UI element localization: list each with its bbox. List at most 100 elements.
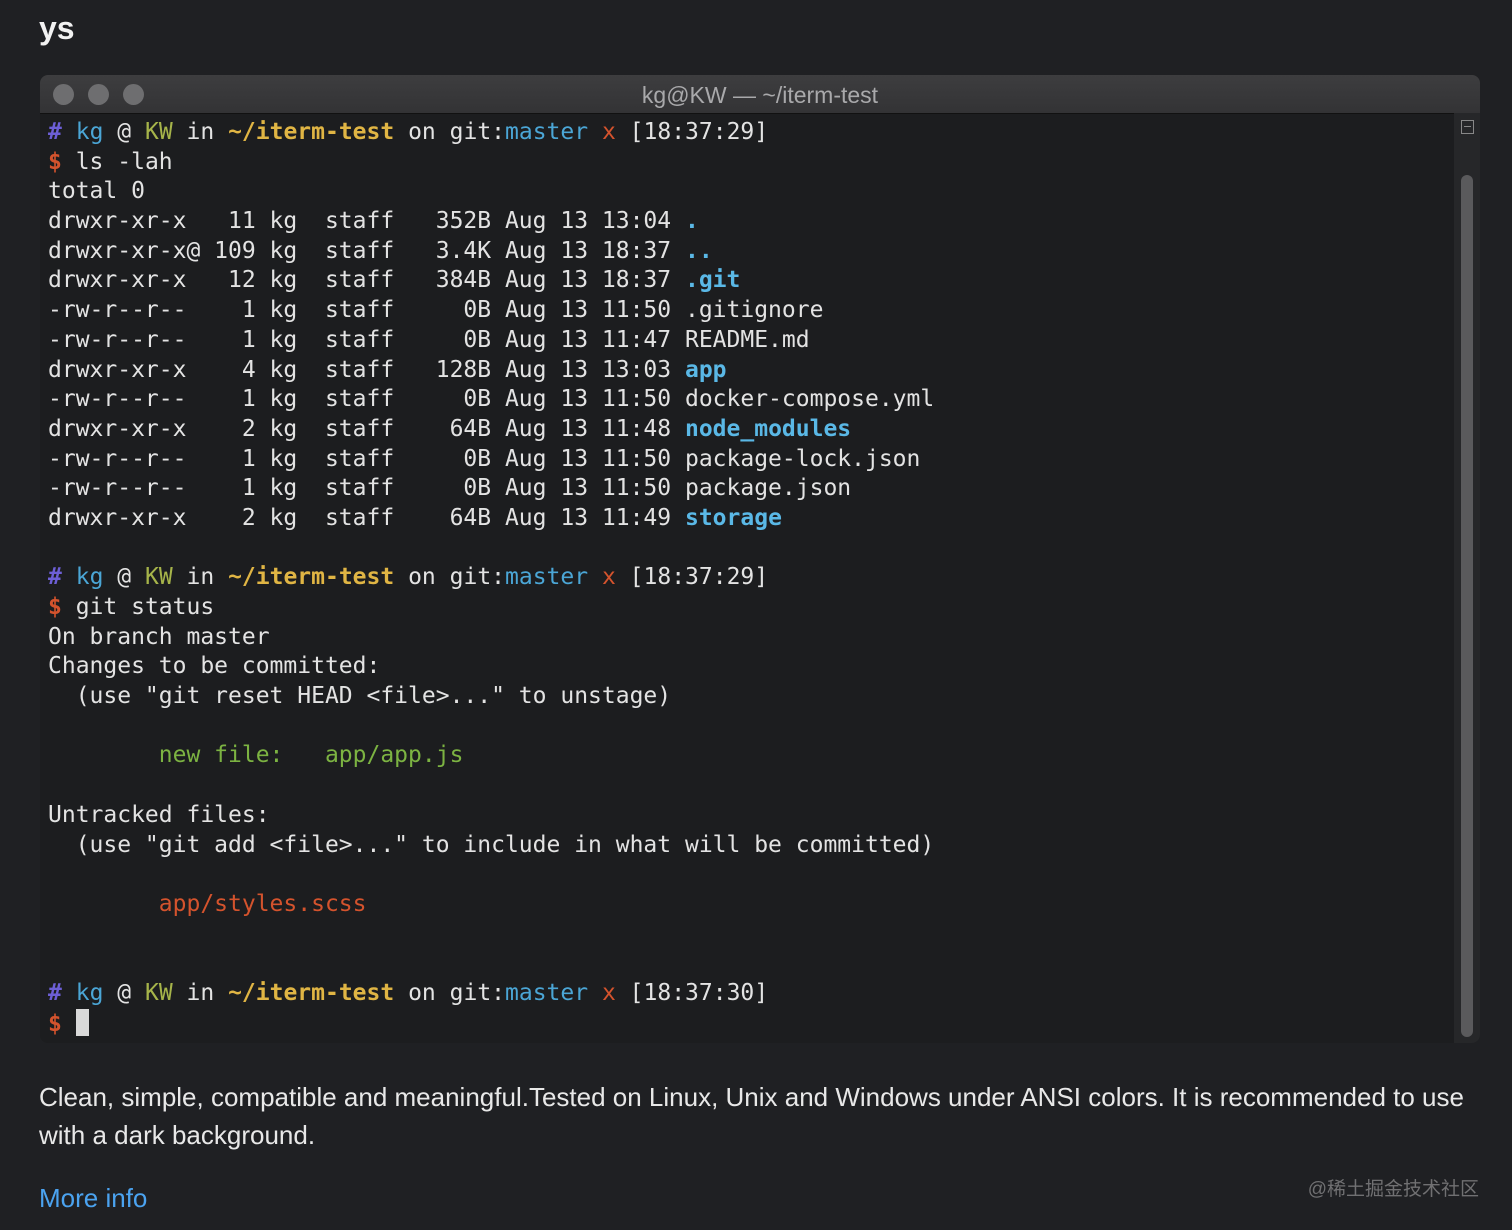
output-text: -rw-r--r-- 1 kg staff 0B Aug 13 11:50 pa… (48, 475, 852, 502)
output-line: -rw-r--r-- 1 kg staff 0B Aug 13 11:50 do… (48, 385, 1448, 415)
directory-name: app (684, 356, 727, 383)
prompt-dollar: $ (48, 1010, 76, 1037)
command-line[interactable]: $ (48, 1008, 1448, 1039)
window-titlebar[interactable]: kg@KW — ~/iterm-test (40, 75, 1480, 114)
prompt-dirty: x (588, 564, 630, 591)
command-text: git status (75, 594, 215, 620)
prompt-in: in (172, 119, 229, 145)
prompt-hash: # (48, 564, 62, 591)
output-line: -rw-r--r-- 1 kg staff 0B Aug 13 11:47 RE… (48, 326, 1448, 356)
output-line: drwxr-xr-x 2 kg staff 64B Aug 13 11:48 n… (48, 415, 1448, 445)
directory-name: .. (684, 237, 713, 264)
page-title: ys (39, 10, 75, 46)
command-line[interactable]: $ ls -lah (48, 148, 1448, 178)
output-line: On branch master (48, 623, 1448, 653)
terminal-output[interactable]: # kg @ KW in ~/iterm-test on git:master … (48, 118, 1448, 1038)
prompt-path: ~/iterm-test (228, 119, 395, 145)
prompt-branch: master (505, 119, 589, 145)
prompt-host: KW (144, 979, 173, 1006)
directory-name: .git (684, 267, 741, 294)
prompt-user: kg (75, 979, 104, 1006)
prompt-path: ~/iterm-test (228, 564, 395, 591)
command-line[interactable]: $ git status (48, 593, 1448, 623)
output-text: -rw-r--r-- 1 kg staff 0B Aug 13 11:50 pa… (48, 445, 921, 472)
output-line: drwxr-xr-x 2 kg staff 64B Aug 13 11:49 s… (48, 504, 1448, 534)
output-text: -rw-r--r-- 1 kg staff 0B Aug 13 11:50 do… (48, 386, 935, 413)
prompt-host: KW (144, 119, 173, 145)
output-text: drwxr-xr-x@ 109 kg staff 3.4K Aug 13 18:… (48, 237, 685, 264)
output-line: drwxr-xr-x 4 kg staff 128B Aug 13 13:03 … (48, 356, 1448, 386)
prompt-time: [18:37:29] (629, 119, 769, 145)
output-text: (use "git reset HEAD <file>..." to unsta… (48, 683, 672, 710)
directory-name: node_modules (684, 415, 852, 442)
prompt-branch: master (505, 564, 589, 591)
prompt-user: kg (75, 564, 104, 591)
output-text: total 0 (48, 178, 145, 205)
prompt-at: @ (103, 564, 145, 591)
more-info-link[interactable]: More info (39, 1183, 147, 1214)
watermark: @稀土掘金技术社区 (1307, 1179, 1479, 1200)
prompt-line: # kg @ KW in ~/iterm-test on git:master … (48, 979, 1448, 1009)
prompt-in: in (172, 564, 229, 591)
output-text: drwxr-xr-x 2 kg staff 64B Aug 13 11:49 (48, 504, 685, 531)
theme-description: Clean, simple, compatible and meaningful… (39, 1082, 1464, 1150)
output-line: -rw-r--r-- 1 kg staff 0B Aug 13 11:50 pa… (48, 445, 1448, 475)
prompt-hash: # (48, 119, 62, 145)
prompt-user: kg (75, 119, 104, 145)
output-line: drwxr-xr-x@ 109 kg staff 3.4K Aug 13 18:… (48, 237, 1448, 267)
terminal-cursor (75, 1008, 89, 1036)
prompt-branch: master (505, 979, 589, 1006)
command-text: ls -lah (75, 148, 173, 175)
output-text: drwxr-xr-x 12 kg staff 384B Aug 13 18:37 (48, 267, 685, 294)
directory-name: storage (684, 504, 782, 531)
output-text: (use "git add <file>..." to include in w… (48, 831, 935, 858)
output-text: On branch master (48, 623, 270, 650)
prompt-dollar: $ (48, 148, 76, 175)
output-line: new file: app/app.js (48, 741, 1448, 771)
output-text: -rw-r--r-- 1 kg staff 0B Aug 13 11:47 RE… (48, 326, 810, 353)
prompt-on-git: on git: (394, 979, 506, 1006)
prompt-at: @ (103, 979, 145, 1006)
output-text: drwxr-xr-x 2 kg staff 64B Aug 13 11:48 (48, 415, 685, 442)
output-text: Changes to be committed: (48, 653, 381, 680)
prompt-path: ~/iterm-test (228, 979, 395, 1006)
prompt-on-git: on git: (394, 119, 506, 145)
prompt-at: @ (103, 119, 145, 145)
directory-name: . (684, 208, 699, 235)
output-text: app/styles.scss (48, 890, 367, 917)
prompt-time: [18:37:30] (629, 979, 769, 1006)
output-line: drwxr-xr-x 12 kg staff 384B Aug 13 18:37… (48, 266, 1448, 296)
output-text: new file: app/app.js (48, 742, 464, 769)
output-text: drwxr-xr-x 11 kg staff 352B Aug 13 13:04 (48, 208, 685, 235)
output-line: -rw-r--r-- 1 kg staff 0B Aug 13 11:50 .g… (48, 296, 1448, 326)
window-title: kg@KW — ~/iterm-test (641, 82, 879, 108)
output-line: total 0 (48, 177, 1448, 207)
output-line: app/styles.scss (48, 890, 1448, 920)
terminal-window[interactable]: kg@KW — ~/iterm-test # kg @ KW in ~/iter… (40, 75, 1480, 1043)
prompt-host: KW (144, 564, 173, 591)
scrollbar-menu-icon[interactable] (1461, 120, 1474, 134)
prompt-line: # kg @ KW in ~/iterm-test on git:master … (48, 118, 1448, 148)
prompt-line: # kg @ KW in ~/iterm-test on git:master … (48, 563, 1448, 593)
output-line: -rw-r--r-- 1 kg staff 0B Aug 13 11:50 pa… (48, 474, 1448, 504)
prompt-on-git: on git: (394, 564, 506, 591)
terminal-scrollbar[interactable] (1454, 113, 1480, 1043)
output-text: drwxr-xr-x 4 kg staff 128B Aug 13 13:03 (48, 356, 685, 383)
prompt-dollar: $ (48, 594, 76, 620)
prompt-dirty: x (588, 979, 630, 1006)
output-line: drwxr-xr-x 11 kg staff 352B Aug 13 13:04… (48, 207, 1448, 237)
scrollbar-thumb[interactable] (1461, 175, 1473, 1037)
output-text: -rw-r--r-- 1 kg staff 0B Aug 13 11:50 .g… (48, 297, 824, 324)
output-line: (use "git reset HEAD <file>..." to unsta… (48, 682, 1448, 712)
prompt-in: in (172, 979, 229, 1006)
prompt-time: [18:37:29] (629, 564, 769, 591)
prompt-hash: # (48, 979, 62, 1006)
